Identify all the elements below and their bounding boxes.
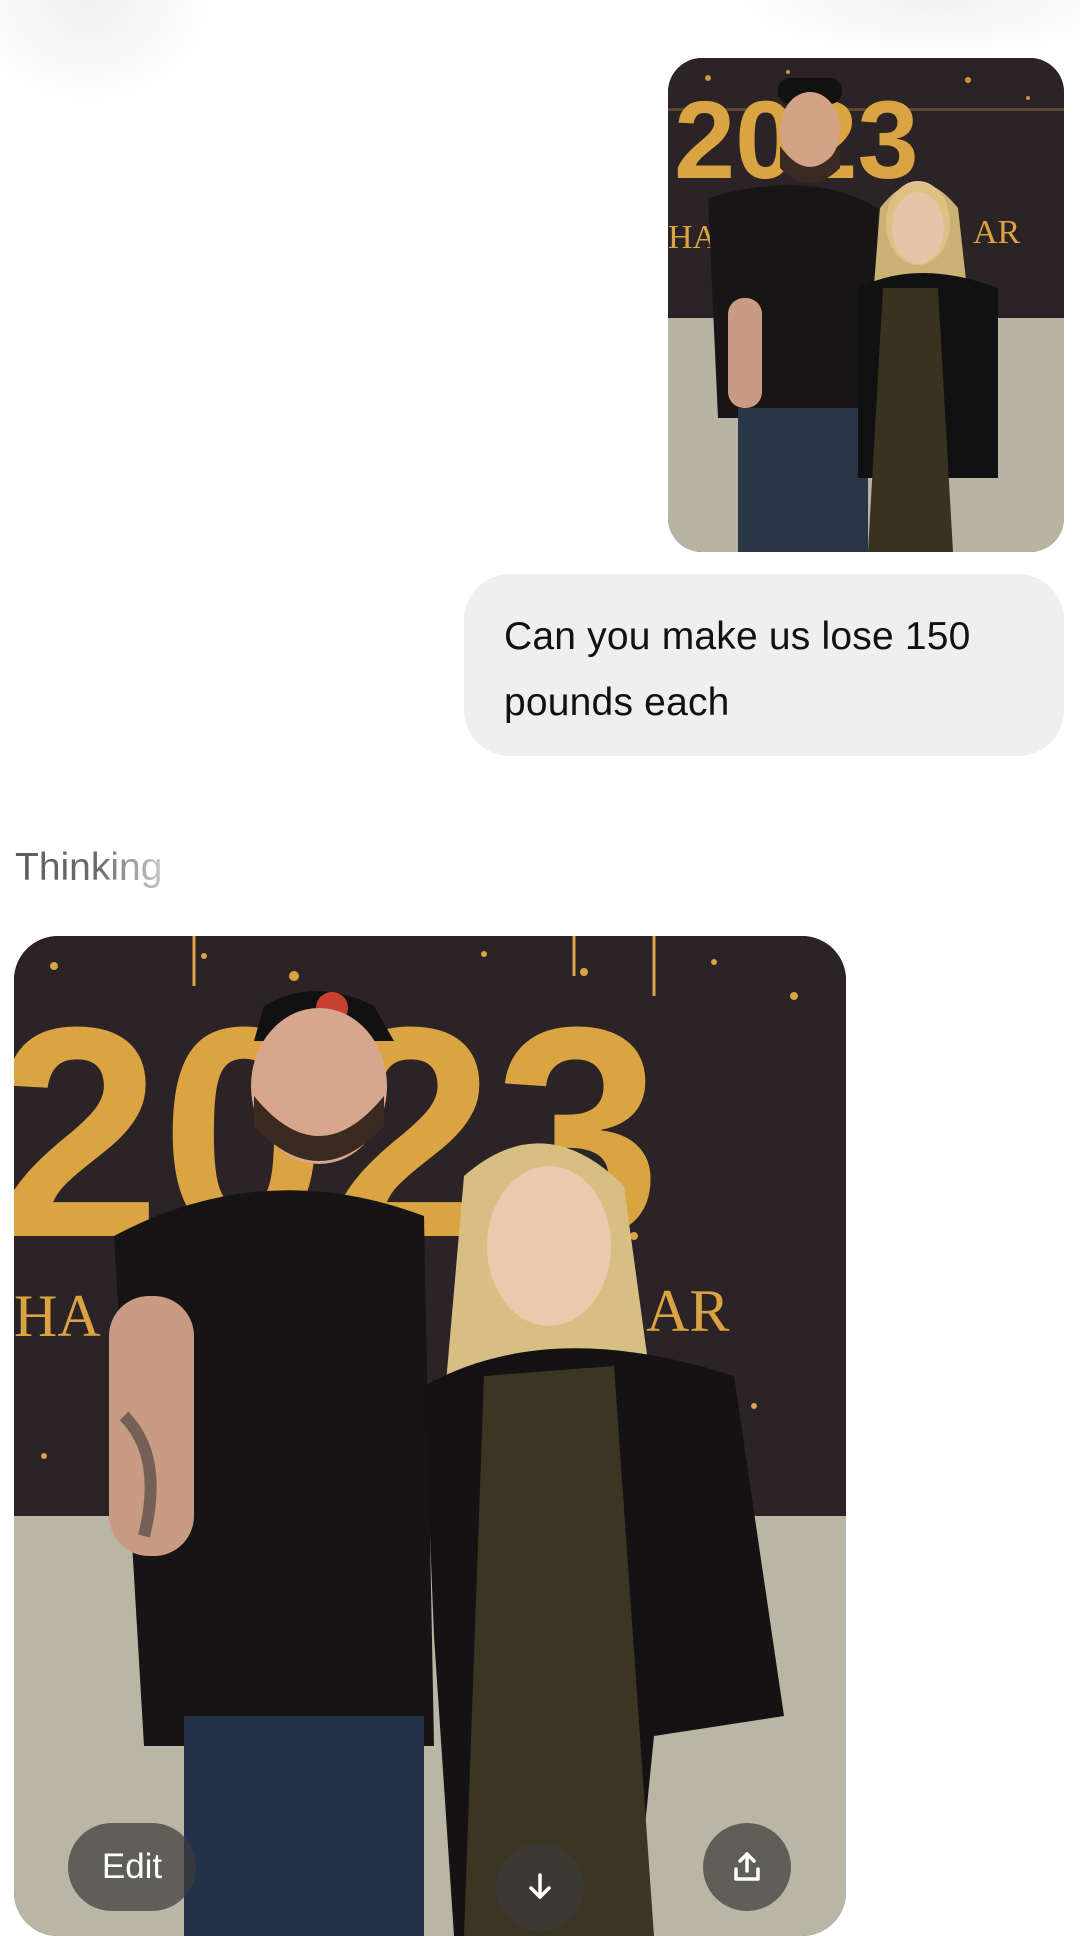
backdrop-text-right-large: AR — [646, 1278, 729, 1344]
uploaded-photo[interactable]: 2023 HA AR — [668, 58, 1064, 552]
backdrop-text-right: AR — [973, 214, 1021, 251]
share-icon — [734, 1852, 760, 1881]
user-message-text: Can you make us lose 150 pounds each — [504, 615, 971, 724]
uploaded-photo-scene: 2023 HA AR — [668, 58, 1064, 552]
top-shadow-left — [0, 0, 220, 110]
download-button[interactable] — [496, 1843, 584, 1931]
edit-button[interactable]: Edit — [68, 1823, 196, 1911]
backdrop-text-left-large: HA — [14, 1283, 101, 1349]
generated-image-scene: 2023 HA AR — [14, 936, 846, 1936]
top-shadow-right — [720, 0, 1080, 60]
generated-image[interactable]: 2023 HA AR — [14, 936, 846, 1936]
arrow-down-icon — [529, 1873, 551, 1899]
share-button[interactable] — [703, 1823, 791, 1911]
user-message-bubble: Can you make us lose 150 pounds each — [464, 574, 1064, 756]
thinking-status: Thinking — [15, 843, 162, 893]
